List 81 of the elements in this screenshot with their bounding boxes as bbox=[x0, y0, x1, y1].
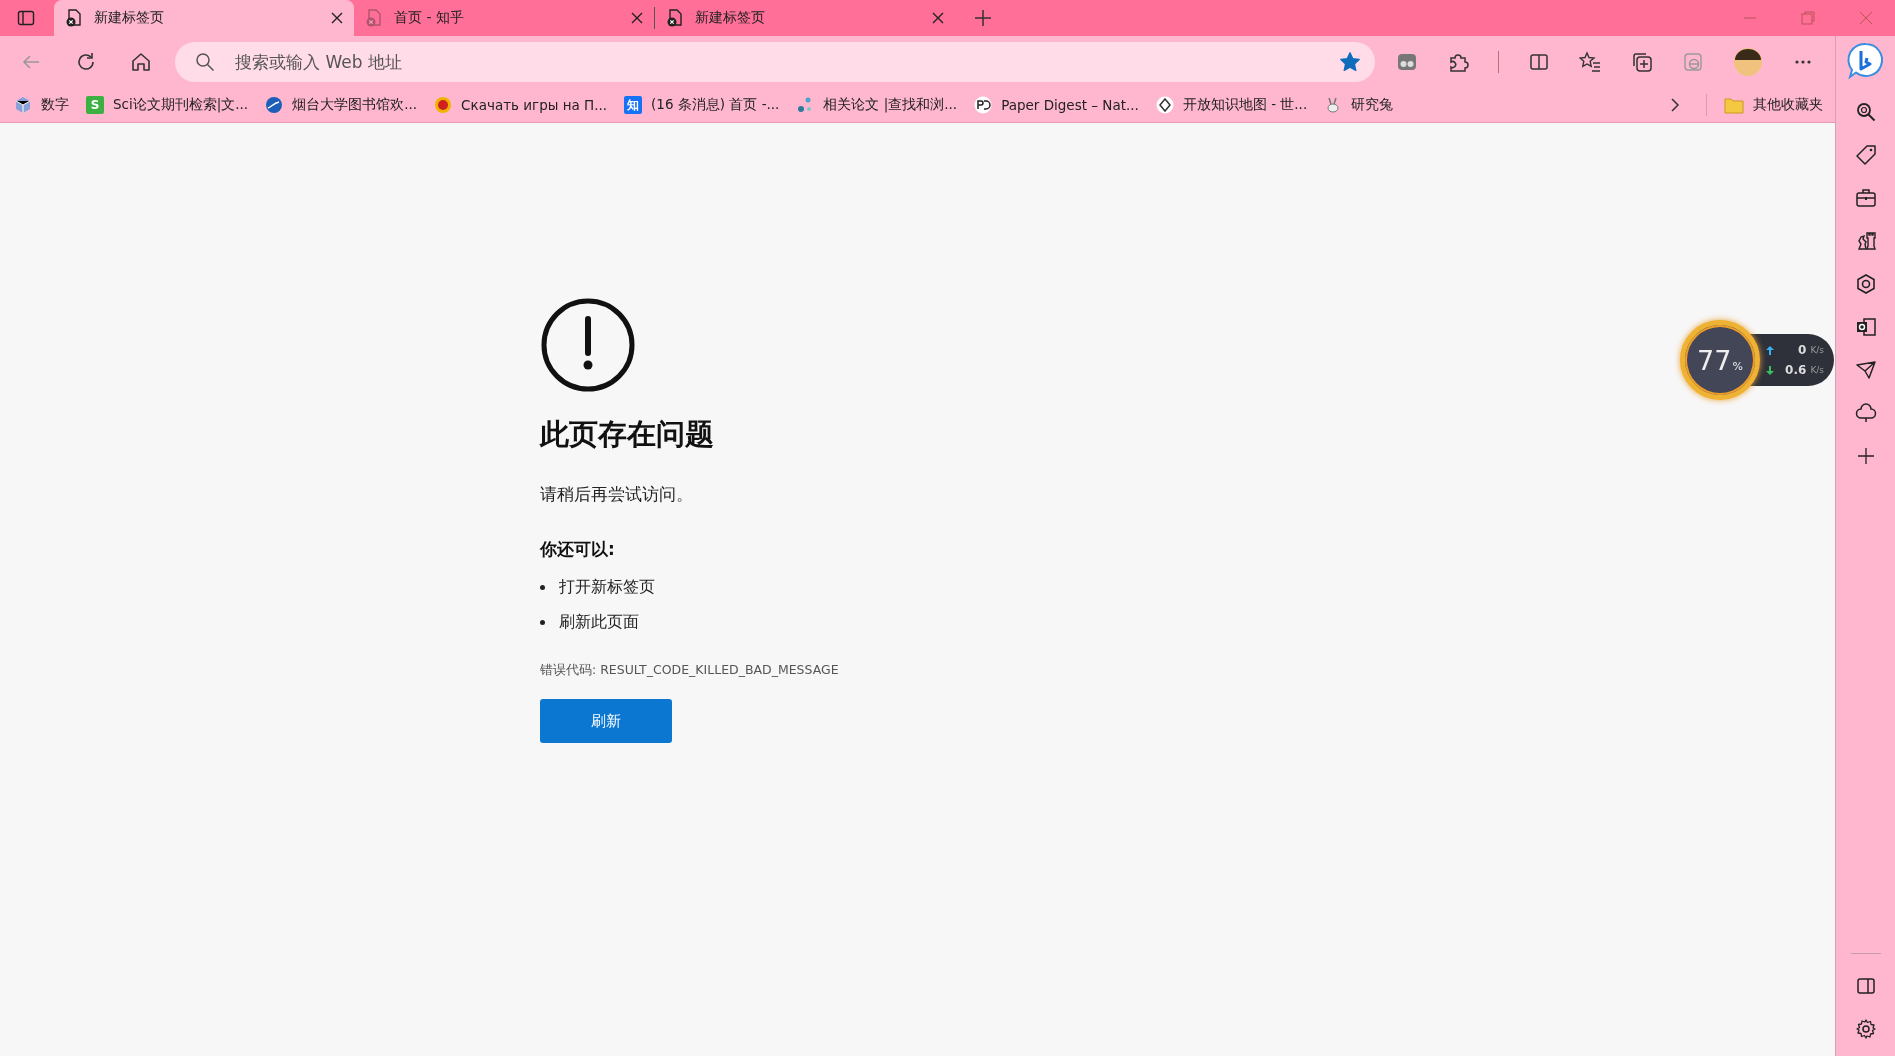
close-icon[interactable] bbox=[330, 11, 344, 25]
bookmark-item[interactable]: 相关论文 |查找和浏... bbox=[796, 96, 958, 114]
bookmark-label: 开放知识地图 - 世... bbox=[1182, 96, 1308, 114]
browser-tab[interactable]: 首页 - 知乎 bbox=[354, 0, 654, 36]
globe-icon bbox=[265, 96, 284, 114]
suggestions-heading: 你还可以: bbox=[540, 538, 615, 561]
profile-avatar-icon[interactable] bbox=[1733, 47, 1764, 77]
search-icon bbox=[195, 52, 215, 72]
diamond-icon bbox=[1155, 96, 1174, 114]
page-icon bbox=[64, 8, 84, 28]
upload-arrow-icon bbox=[1766, 345, 1774, 355]
address-bar[interactable]: 搜索或输入 Web 地址 bbox=[175, 42, 1375, 82]
favorite-star-icon[interactable] bbox=[1339, 51, 1361, 73]
bullet-icon bbox=[540, 620, 545, 625]
browser-tab[interactable]: 新建标签页 bbox=[54, 0, 354, 36]
bookmark-item[interactable]: S Sci论文期刊检索|文... bbox=[86, 96, 249, 114]
bookmark-label: Скачать игры на П... bbox=[461, 97, 608, 113]
bookmark-label: Paper Digest – Nat... bbox=[1001, 97, 1139, 113]
error-message: 请稍后再尝试访问。 bbox=[540, 483, 693, 506]
folder-icon bbox=[1724, 96, 1744, 114]
emblem-icon bbox=[434, 96, 453, 114]
tab-title: 首页 - 知乎 bbox=[394, 9, 465, 27]
toolbox-icon[interactable] bbox=[1854, 187, 1877, 209]
new-tab-icon[interactable] bbox=[973, 8, 993, 28]
download-unit: K/s bbox=[1810, 365, 1824, 375]
percent-unit: % bbox=[1732, 359, 1743, 373]
bookmark-label: 相关论文 |查找和浏... bbox=[823, 96, 958, 114]
paper-plane-icon[interactable] bbox=[1854, 359, 1877, 381]
page-icon bbox=[665, 8, 685, 28]
usage-percent: 77 bbox=[1697, 344, 1732, 376]
warning-icon bbox=[540, 297, 636, 393]
bookmark-item[interactable]: Paper Digest – Nat... bbox=[974, 96, 1139, 114]
error-title: 此页存在问题 bbox=[540, 416, 714, 453]
close-icon[interactable] bbox=[630, 11, 644, 25]
bookmark-icon: 知 bbox=[624, 96, 643, 114]
favorites-icon[interactable] bbox=[1579, 51, 1602, 73]
bookmark-item[interactable]: 烟台大学图书馆欢... bbox=[265, 96, 418, 114]
browser-tab[interactable]: 新建标签页 bbox=[655, 0, 955, 36]
address-input[interactable]: 搜索或输入 Web 地址 bbox=[233, 51, 1321, 73]
bookmark-label: (16 条消息) 首页 -... bbox=[651, 96, 780, 114]
circle-logo-icon bbox=[974, 96, 993, 114]
close-icon[interactable] bbox=[931, 11, 945, 25]
error-code: 错误代码: RESULT_CODE_KILLED_BAD_MESSAGE bbox=[540, 662, 839, 679]
tab-title: 新建标签页 bbox=[94, 9, 165, 27]
bookmark-item[interactable]: 数字 bbox=[14, 96, 69, 114]
collections-icon[interactable] bbox=[1630, 51, 1653, 73]
folder-label: 其他收藏夹 bbox=[1753, 96, 1823, 114]
glasses-icon[interactable] bbox=[1395, 51, 1418, 73]
page-icon bbox=[364, 8, 384, 28]
tag-icon[interactable] bbox=[1854, 144, 1877, 166]
suggestion-text: 刷新此页面 bbox=[559, 612, 639, 633]
suggestion-text: 打开新标签页 bbox=[559, 577, 655, 598]
bookmark-item[interactable]: 研究兔 bbox=[1324, 96, 1394, 114]
tab-title: 新建标签页 bbox=[695, 9, 766, 27]
bookmark-label: Sci论文期刊检索|文... bbox=[113, 96, 249, 114]
refresh-icon[interactable] bbox=[75, 51, 97, 73]
other-favorites-folder[interactable]: 其他收藏夹 bbox=[1724, 96, 1823, 114]
download-speed: 0.6 bbox=[1785, 363, 1807, 377]
hexagon-logo-icon[interactable] bbox=[1854, 273, 1877, 295]
download-arrow-icon bbox=[1766, 365, 1774, 375]
bookmark-item[interactable]: 开放知识地图 - 世... bbox=[1155, 96, 1308, 114]
bookmark-icon: S bbox=[86, 96, 104, 114]
chat-bubble-icon[interactable] bbox=[1846, 42, 1885, 80]
bookmark-item[interactable]: Скачать игры на П... bbox=[434, 96, 608, 114]
sidebar-panel-icon[interactable] bbox=[1854, 975, 1877, 997]
upload-speed: 0 bbox=[1798, 343, 1807, 357]
cube-icon bbox=[14, 96, 32, 114]
mail-app-icon[interactable] bbox=[1854, 316, 1877, 338]
bookmark-label: 烟台大学图书馆欢... bbox=[292, 96, 418, 114]
refresh-button[interactable]: 刷新 bbox=[540, 699, 672, 743]
home-icon[interactable] bbox=[130, 51, 152, 73]
upload-unit: K/s bbox=[1810, 345, 1824, 355]
search-icon[interactable] bbox=[1854, 101, 1877, 123]
split-screen-icon[interactable] bbox=[1528, 51, 1551, 73]
bullet-icon bbox=[540, 585, 545, 590]
bookmark-label: 数字 bbox=[41, 96, 69, 114]
bookmark-item[interactable]: 知 (16 条消息) 首页 -... bbox=[624, 96, 780, 114]
tree-icon[interactable] bbox=[1854, 402, 1877, 424]
bookmark-label: 研究兔 bbox=[1351, 96, 1394, 114]
network-speed-widget[interactable]: 77% 0 K/s 0.6 K/s bbox=[1680, 318, 1835, 402]
settings-icon[interactable] bbox=[1854, 1018, 1877, 1040]
